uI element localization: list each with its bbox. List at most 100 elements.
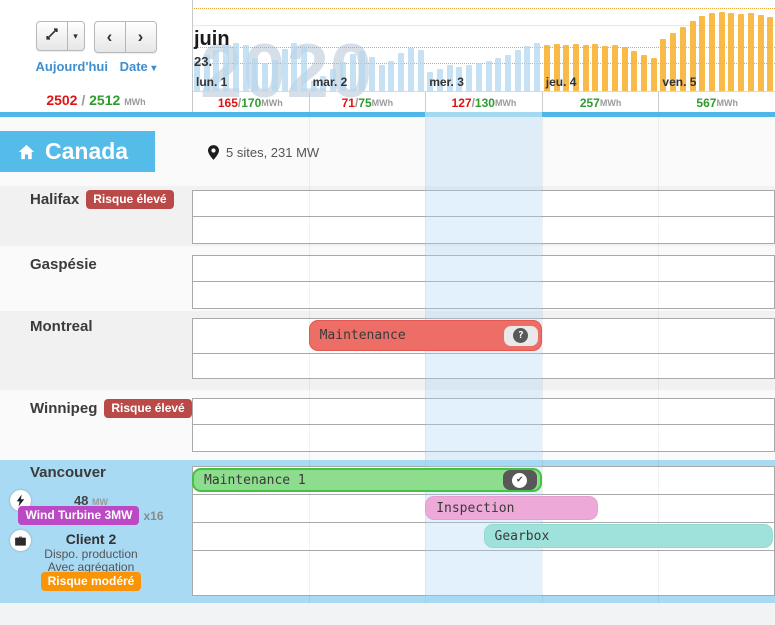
production-bar [699, 16, 705, 91]
event-label: Maintenance [320, 328, 406, 343]
client-name: Client 2 [0, 531, 182, 547]
day-header-label[interactable]: ven. 5 [662, 75, 696, 89]
turbine-row: Wind Turbine 3MW x16 [0, 507, 182, 526]
chevron-right-icon: › [138, 28, 144, 45]
week-number-label: 23. [194, 54, 212, 69]
production-bar [301, 46, 307, 91]
header-divider-today-segment [425, 112, 542, 117]
total-actual: 2502 [46, 92, 77, 108]
production-bar [612, 45, 618, 91]
status-check-icon[interactable]: ✔ [503, 470, 537, 490]
production-bar [243, 45, 249, 91]
production-bar [262, 63, 268, 91]
production-bar [651, 58, 657, 91]
production-bar [709, 13, 715, 91]
production-bar [252, 58, 258, 91]
total-production: 2502 / 2512 MWh [0, 92, 192, 108]
region-name: Canada [45, 138, 128, 165]
daily-value-cell: 567MWh [658, 92, 775, 113]
production-bar [379, 65, 385, 91]
home-icon [18, 144, 35, 160]
next-button[interactable]: › [126, 21, 157, 53]
site-name: Halifax [30, 191, 79, 208]
region-summary-text: 5 sites, 231 MW [226, 145, 319, 160]
expand-button[interactable] [36, 21, 68, 51]
daily-target-value: 75 [358, 96, 371, 110]
day-header-label[interactable]: mar. 2 [313, 75, 348, 89]
daily-value-unit: MWh [600, 98, 622, 108]
daily-values-row: 165/170MWh71/75MWh127/130MWh257MWh567MWh [192, 91, 775, 113]
production-bar [515, 50, 521, 91]
production-bar [534, 43, 540, 91]
production-bar [495, 58, 501, 91]
risk-badge: Risque élevé [86, 190, 173, 209]
production-bar [359, 51, 365, 91]
day-header-label[interactable]: lun. 1 [196, 75, 227, 89]
prev-button[interactable]: ‹ [94, 21, 126, 53]
event-label: Inspection [436, 501, 514, 516]
production-bar [408, 48, 414, 91]
production-bar [388, 61, 394, 91]
event-label: Gearbox [495, 529, 550, 544]
today-link[interactable]: Aujourd'hui [36, 59, 108, 74]
production-bar [398, 53, 404, 91]
chevron-left-icon: ‹ [107, 28, 113, 45]
production-bar [631, 51, 637, 91]
site-name: Vancouver [30, 464, 106, 481]
status-question-icon[interactable]: ? [504, 326, 538, 346]
site-name: Montreal [30, 318, 93, 335]
region-banner[interactable]: Canada [0, 131, 155, 172]
event-bar-maintenance[interactable]: Maintenance? [309, 320, 542, 351]
production-bar [583, 45, 589, 91]
daily-target-value: 567 [696, 96, 716, 110]
turbine-badge: Wind Turbine 3MW [18, 506, 139, 525]
date-links: Aujourd'hui Date ▾ [0, 59, 192, 74]
timeline-header: 2020 juin 23. lun. 1mar. 2mer. 3jeu. 4ve… [192, 0, 775, 112]
site-name: Gaspésie [30, 256, 97, 273]
daily-target-value: 170 [241, 96, 261, 110]
daily-actual-value: 127 [452, 96, 472, 110]
daily-value-unit: MWh [372, 98, 394, 108]
risk-row: Risque modéré [0, 573, 182, 592]
production-bar [418, 50, 424, 91]
zoom-dropdown-button[interactable]: ▾ [68, 21, 85, 51]
header-divider [0, 112, 775, 117]
production-bar [524, 46, 530, 91]
production-bar [486, 61, 492, 91]
production-bar [505, 55, 511, 91]
total-target: 2512 [89, 92, 120, 108]
expand-icon [45, 27, 59, 46]
event-bar-maintenance-1[interactable]: Maintenance 1✔ [192, 468, 542, 492]
total-unit: MWh [124, 97, 146, 107]
daily-actual-value: 165 [218, 96, 238, 110]
date-dropdown-link[interactable]: Date ▾ [120, 59, 157, 74]
production-bar [622, 47, 628, 91]
site-label-gaspesie[interactable]: Gaspésie [30, 256, 97, 273]
daily-target-value: 257 [580, 96, 600, 110]
nav-button-group: ‹ › [94, 21, 157, 53]
event-bar-gearbox[interactable]: Gearbox [484, 524, 773, 548]
check-glyph: ✔ [512, 473, 527, 488]
daily-value-unit: MWh [716, 98, 738, 108]
day-header-label[interactable]: jeu. 4 [546, 75, 577, 89]
production-bar [466, 65, 472, 91]
question-glyph: ? [513, 328, 528, 343]
event-bar-inspection[interactable]: Inspection [425, 496, 598, 520]
production-bar [728, 13, 734, 91]
production-bar [748, 13, 754, 91]
risk-badge: Risque élevé [104, 399, 191, 418]
daily-value-cell: 71/75MWh [309, 92, 426, 113]
caret-down-icon: ▾ [151, 63, 156, 74]
site-label-halifax[interactable]: Halifax Risque élevé [30, 191, 174, 210]
day-header-label[interactable]: mer. 3 [429, 75, 464, 89]
toolbar: ▾ ‹ › [0, 21, 192, 53]
site-name: Winnipeg [30, 400, 97, 417]
site-label-winnipeg[interactable]: Winnipeg Risque élevé [30, 400, 192, 419]
site-label-vancouver[interactable]: Vancouver [30, 464, 106, 481]
turbine-count: x16 [143, 509, 163, 523]
day-gridline [309, 117, 310, 603]
dispo-line: Dispo. production [0, 547, 182, 561]
production-bar [738, 14, 744, 91]
site-label-montreal[interactable]: Montreal [30, 318, 93, 335]
daily-target-value: 130 [475, 96, 495, 110]
